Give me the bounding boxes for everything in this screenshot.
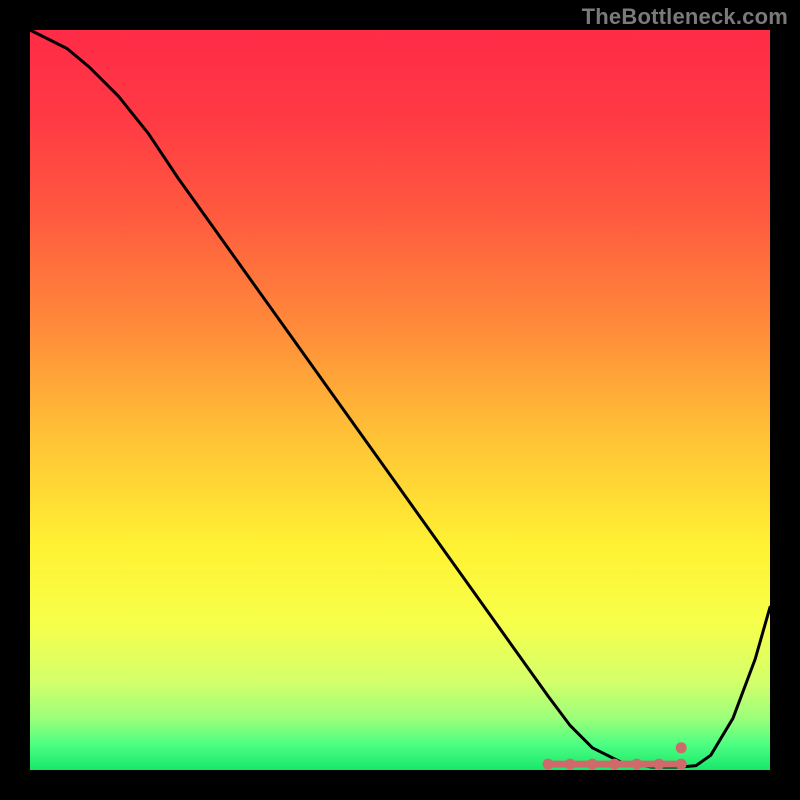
watermark-text: TheBottleneck.com [582, 4, 788, 30]
chart-container: { "watermark": "TheBottleneck.com", "gra… [0, 0, 800, 800]
optimal-zone-dot [654, 759, 665, 770]
optimal-zone-dot [543, 759, 554, 770]
optimal-zone-dot [631, 759, 642, 770]
optimal-zone-dot [609, 759, 620, 770]
optimal-zone-dot [565, 759, 576, 770]
optimal-zone-dot [676, 759, 687, 770]
optimal-zone-dot [587, 759, 598, 770]
bottleneck-chart [0, 0, 800, 800]
plot-background [30, 30, 770, 770]
optimal-zone-dot [676, 742, 687, 753]
